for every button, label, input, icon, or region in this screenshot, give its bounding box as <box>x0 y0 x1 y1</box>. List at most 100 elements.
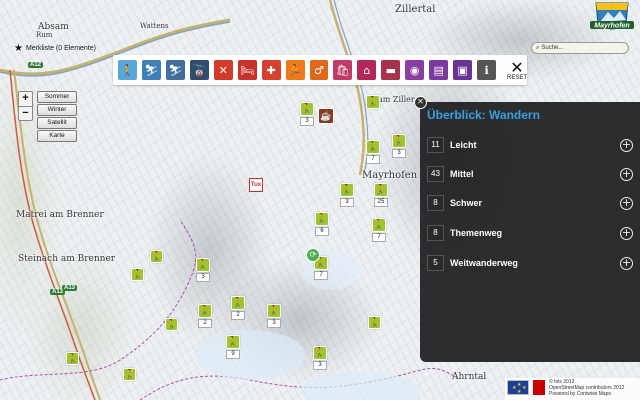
attribution-bar: ★ ★ ★ ★ © tiris 2012 OpenStreetMap contribu… <box>505 378 640 400</box>
reset-button[interactable]: ✕ RESET <box>507 57 528 81</box>
search-placeholder: Suche... <box>541 45 564 51</box>
hiking-icon: 🚶 <box>150 250 163 263</box>
hiking-icon: 🚶 <box>300 102 314 116</box>
hiking-icon: 🚶 <box>66 352 79 365</box>
marker-count: 7 <box>366 155 380 164</box>
marker-count: 3 <box>392 149 406 158</box>
hiking-icon: 🚶 <box>267 304 281 318</box>
hike-marker[interactable]: 🚶 3 <box>392 134 406 158</box>
expand-plus-icon[interactable]: + <box>620 226 633 240</box>
expand-plus-icon[interactable]: + <box>620 167 633 181</box>
hike-marker[interactable]: 🚶 2 <box>198 304 212 328</box>
category-row-weitwanderweg[interactable]: 5 Weitwanderweg + <box>427 254 633 272</box>
reset-label: RESET <box>507 74 528 81</box>
hike-marker[interactable]: 🚶 <box>165 318 179 331</box>
cafe-marker-icon[interactable]: ☕ <box>318 108 334 124</box>
hiking-icon: 🚶 <box>313 346 327 360</box>
hiking-icon: 🚶 <box>196 258 210 272</box>
category-toolbar: 🚶 ⛷ ⛷ 🚡 ✕ 🛏 ✚ 🏃 ♂ 🛍 ⌂ ▬ ◉ ▤ ▣ ℹ ✕ RESET <box>113 55 527 85</box>
hike-marker[interactable]: 🚶 3 <box>196 258 210 282</box>
bus-icon[interactable]: ▬ <box>381 60 401 80</box>
marker-count: 6 <box>315 227 329 236</box>
marker-count: 25 <box>374 198 388 207</box>
activity-icon[interactable]: 🏃 <box>285 60 305 80</box>
marker-count: 3 <box>340 198 354 207</box>
cable-car-icon[interactable]: 🚡 <box>189 60 209 80</box>
mayrhofen-logo[interactable]: Mayrhofen <box>590 0 634 36</box>
route-start-icon[interactable]: ⟳ <box>306 248 320 262</box>
place-label: Rum <box>36 31 53 39</box>
hike-marker[interactable]: 🚶 9 <box>226 335 240 359</box>
hike-marker[interactable]: 🚶 2 <box>231 296 245 320</box>
restaurant-icon[interactable]: ✕ <box>213 60 233 80</box>
eu-flag-icon: ★ ★ ★ ★ <box>507 380 529 395</box>
panel-close-button[interactable]: ✕ <box>414 96 427 109</box>
hike-marker[interactable]: 🚶 <box>131 268 145 281</box>
hike-marker[interactable]: 🚶 25 <box>374 183 388 207</box>
layer-karte-button[interactable]: Karte <box>37 130 77 142</box>
info-icon[interactable]: ℹ <box>477 60 496 80</box>
marker-count: 7 <box>372 233 386 242</box>
toilet-icon[interactable]: ♂ <box>309 60 329 80</box>
hike-marker[interactable]: 🚶 <box>368 316 382 329</box>
category-label: Schwer <box>450 198 483 208</box>
shop-icon[interactable]: 🛍 <box>333 60 353 80</box>
tux-logo-icon[interactable]: Tux <box>249 178 263 192</box>
hike-marker[interactable]: 🚶 7 <box>366 140 380 164</box>
highway-shield: A12 <box>28 62 44 68</box>
zoom-control: + − <box>18 91 33 121</box>
hiking-icon: 🚶 <box>374 183 388 197</box>
search-input[interactable]: ⌕ Suche... <box>531 42 629 54</box>
marker-count: 3 <box>267 319 281 328</box>
info-board-icon[interactable]: ▤ <box>429 60 449 80</box>
expand-plus-icon[interactable]: + <box>620 256 633 270</box>
hike-marker[interactable]: 🚶 3 <box>313 346 327 370</box>
hike-marker[interactable]: 🚶 3 <box>340 183 354 207</box>
overview-panel: ✕ Überblick: Wandern 11 Leicht + 43 Mitt… <box>414 96 640 362</box>
hike-marker[interactable]: 🚶 <box>150 250 164 263</box>
hike-marker[interactable]: 🚶 7 <box>372 218 386 242</box>
hike-marker[interactable]: 🚶 6 <box>315 212 329 236</box>
tv-icon[interactable]: ▣ <box>453 60 473 80</box>
close-icon: ✕ <box>510 57 524 77</box>
category-count: 43 <box>427 166 444 182</box>
category-row-mittel[interactable]: 43 Mittel + <box>427 165 633 183</box>
merkliste-label: Merkliste (0 Elemente) <box>25 45 96 52</box>
hiking-icon[interactable]: 🚶 <box>118 60 137 80</box>
expand-plus-icon[interactable]: + <box>620 138 633 152</box>
category-row-schwer[interactable]: 8 Schwer + <box>427 194 633 212</box>
place-label: Steinach am Brenner <box>18 254 116 264</box>
ski-icon[interactable]: ⛷ <box>165 60 185 80</box>
layer-sommer-button[interactable]: Sommer <box>37 91 77 103</box>
hike-marker[interactable]: 🚶 <box>66 352 80 365</box>
category-count: 8 <box>427 195 444 211</box>
hotel-icon[interactable]: 🛏 <box>237 60 257 80</box>
place-label: Matrei am Brenner <box>16 210 104 220</box>
category-row-themenweg[interactable]: 8 Themenweg + <box>427 224 633 242</box>
sight-icon[interactable]: ◉ <box>405 60 425 80</box>
hike-marker[interactable]: 🚶 3 <box>300 102 314 126</box>
zoom-out-button[interactable]: − <box>19 106 32 120</box>
tirol-logo-icon <box>533 380 545 395</box>
merkliste-link[interactable]: ★ Merkliste (0 Elemente) <box>14 43 96 54</box>
layer-winter-button[interactable]: Winter <box>37 104 77 116</box>
hut-icon[interactable]: ⌂ <box>357 60 377 80</box>
layer-satellit-button[interactable]: Satellit <box>37 117 77 129</box>
first-aid-icon[interactable]: ✚ <box>261 60 281 80</box>
expand-plus-icon[interactable]: + <box>620 196 633 210</box>
hiking-icon: 🚶 <box>165 318 178 331</box>
attribution-contwise[interactable]: Powered by Contwise Maps <box>549 391 640 397</box>
ski-tour-icon[interactable]: ⛷ <box>141 60 161 80</box>
hike-marker[interactable]: 🚶 <box>123 368 137 381</box>
category-row-leicht[interactable]: 11 Leicht + <box>427 136 633 154</box>
hike-marker[interactable]: 🚶 3 <box>267 304 281 328</box>
category-label: Mittel <box>450 169 474 179</box>
category-count: 11 <box>427 137 444 153</box>
hiking-icon: 🚶 <box>231 296 245 310</box>
zoom-in-button[interactable]: + <box>19 92 32 106</box>
hike-marker[interactable]: 🚶 <box>366 95 380 109</box>
place-label: Wattens <box>140 22 169 30</box>
category-count: 8 <box>427 225 444 241</box>
hiking-icon: 🚶 <box>315 212 329 226</box>
hiking-icon: 🚶 <box>392 134 406 148</box>
